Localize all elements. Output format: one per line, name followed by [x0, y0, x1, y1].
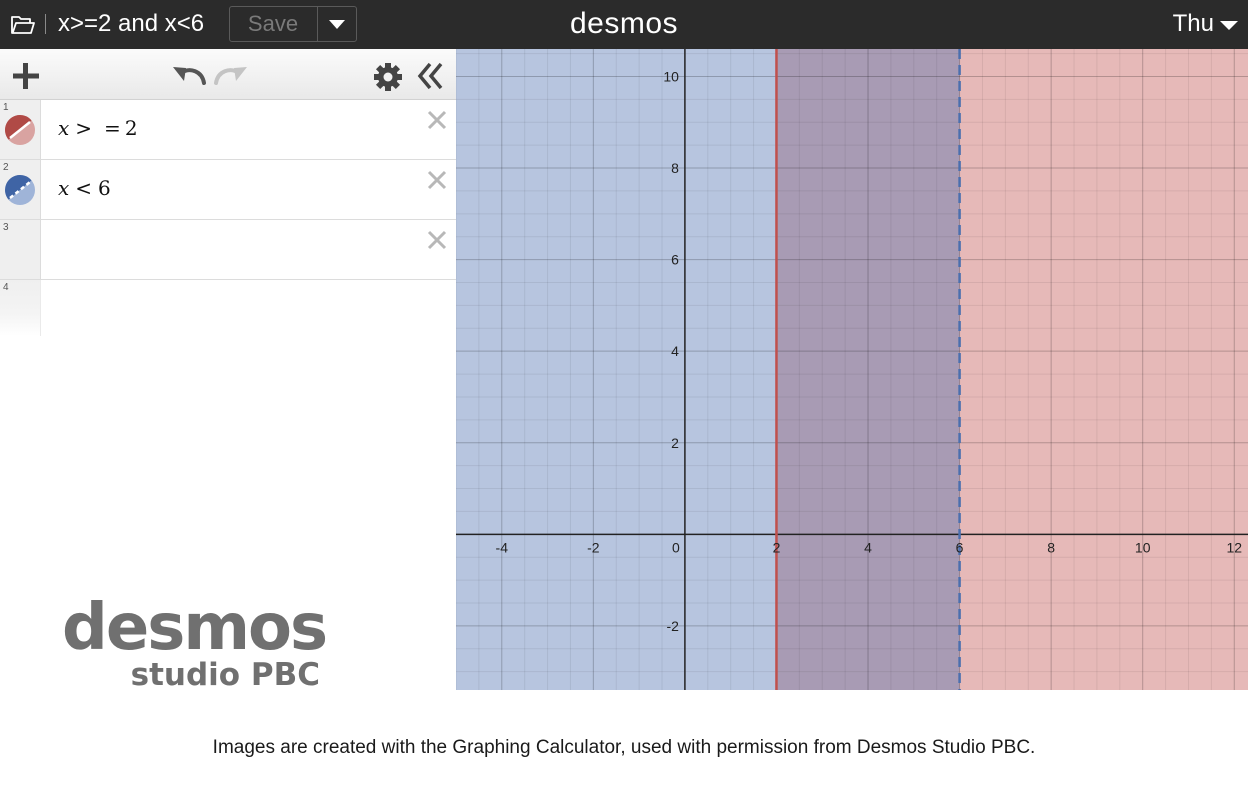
- expression-gutter: 1: [0, 100, 41, 159]
- caret-down-icon: [329, 20, 345, 29]
- top-bar: x>=2 and x<6 Save desmos Thu: [0, 0, 1248, 49]
- math-operator: <: [75, 176, 93, 200]
- caret-down-icon: [1220, 20, 1238, 30]
- y-tick-label: 2: [671, 435, 679, 451]
- undo-icon[interactable]: [170, 61, 210, 87]
- math-number: 6: [98, 176, 111, 200]
- math-variable: x: [58, 176, 70, 200]
- expression-row-3[interactable]: 3: [0, 220, 456, 280]
- y-tick-label: 6: [671, 252, 679, 268]
- x-tick-label: 12: [1226, 539, 1242, 555]
- expression-index: 1: [3, 102, 9, 113]
- folder-icon[interactable]: [8, 12, 38, 38]
- inequality-style-icon[interactable]: [4, 114, 36, 146]
- math-variable: x: [58, 116, 70, 140]
- expression-toolbar: [0, 49, 456, 100]
- y-tick-label: -2: [666, 618, 679, 634]
- expression-list: 1 x > = 2 2 x <6 3 4: [0, 100, 456, 336]
- x-tick-label: 2: [773, 539, 781, 555]
- expression-gutter: 4: [0, 280, 41, 336]
- close-icon[interactable]: [426, 109, 448, 131]
- user-menu-label: Thu: [1172, 10, 1214, 37]
- watermark-brand: desmos: [62, 594, 326, 665]
- save-button[interactable]: Save: [230, 7, 316, 41]
- graph-paper[interactable]: -4 -2 0 2 4 6 8 10 12 10 8 6 4 2 -2: [456, 49, 1248, 690]
- title-separator: [45, 14, 46, 34]
- redo-icon[interactable]: [210, 61, 250, 87]
- user-menu[interactable]: Thu: [1173, 9, 1240, 39]
- save-options-button[interactable]: [318, 7, 356, 41]
- math-operator: >: [75, 116, 93, 140]
- x-tick-label: 8: [1047, 539, 1055, 555]
- x-tick-label: 4: [864, 539, 872, 555]
- y-tick-label: 8: [671, 160, 679, 176]
- save-button-group: Save: [229, 6, 357, 42]
- close-icon[interactable]: [426, 169, 448, 191]
- expression-row-2[interactable]: 2 x <6: [0, 160, 456, 220]
- inequality-style-icon[interactable]: [4, 174, 36, 206]
- expression-panel: 1 x > = 2 2 x <6 3 4 desmos studio PBC: [0, 49, 456, 693]
- x-tick-label: -2: [587, 539, 600, 555]
- close-icon[interactable]: [426, 229, 448, 251]
- math-number: 2: [124, 116, 138, 140]
- y-tick-label: 4: [671, 343, 679, 359]
- desmos-studio-watermark: desmos studio PBC: [62, 594, 328, 693]
- plus-icon[interactable]: [10, 60, 42, 92]
- graph-title[interactable]: x>=2 and x<6: [58, 9, 204, 39]
- x-tick-label: -4: [496, 539, 509, 555]
- expression-math[interactable]: x > = 2: [58, 116, 138, 140]
- expression-math[interactable]: x <6: [58, 176, 111, 200]
- image-credit-caption: Images are created with the Graphing Cal…: [212, 737, 1036, 758]
- y-tick-label: 10: [663, 68, 679, 84]
- expression-row-1[interactable]: 1 x > = 2: [0, 100, 456, 160]
- expression-index: 4: [3, 282, 9, 293]
- expression-row-4[interactable]: 4: [0, 280, 456, 336]
- expression-gutter: 3: [0, 220, 41, 279]
- math-operator: =: [104, 116, 121, 140]
- x-tick-label: 10: [1135, 539, 1151, 555]
- x-tick-label: 6: [956, 539, 964, 555]
- expression-index: 3: [3, 222, 9, 233]
- gear-icon[interactable]: [372, 61, 404, 93]
- expression-gutter: 2: [0, 160, 41, 219]
- expression-index: 2: [3, 162, 9, 173]
- collapse-icon[interactable]: [414, 60, 446, 92]
- x-tick-label: 0: [672, 539, 680, 555]
- watermark-subtitle: studio PBC: [131, 657, 320, 693]
